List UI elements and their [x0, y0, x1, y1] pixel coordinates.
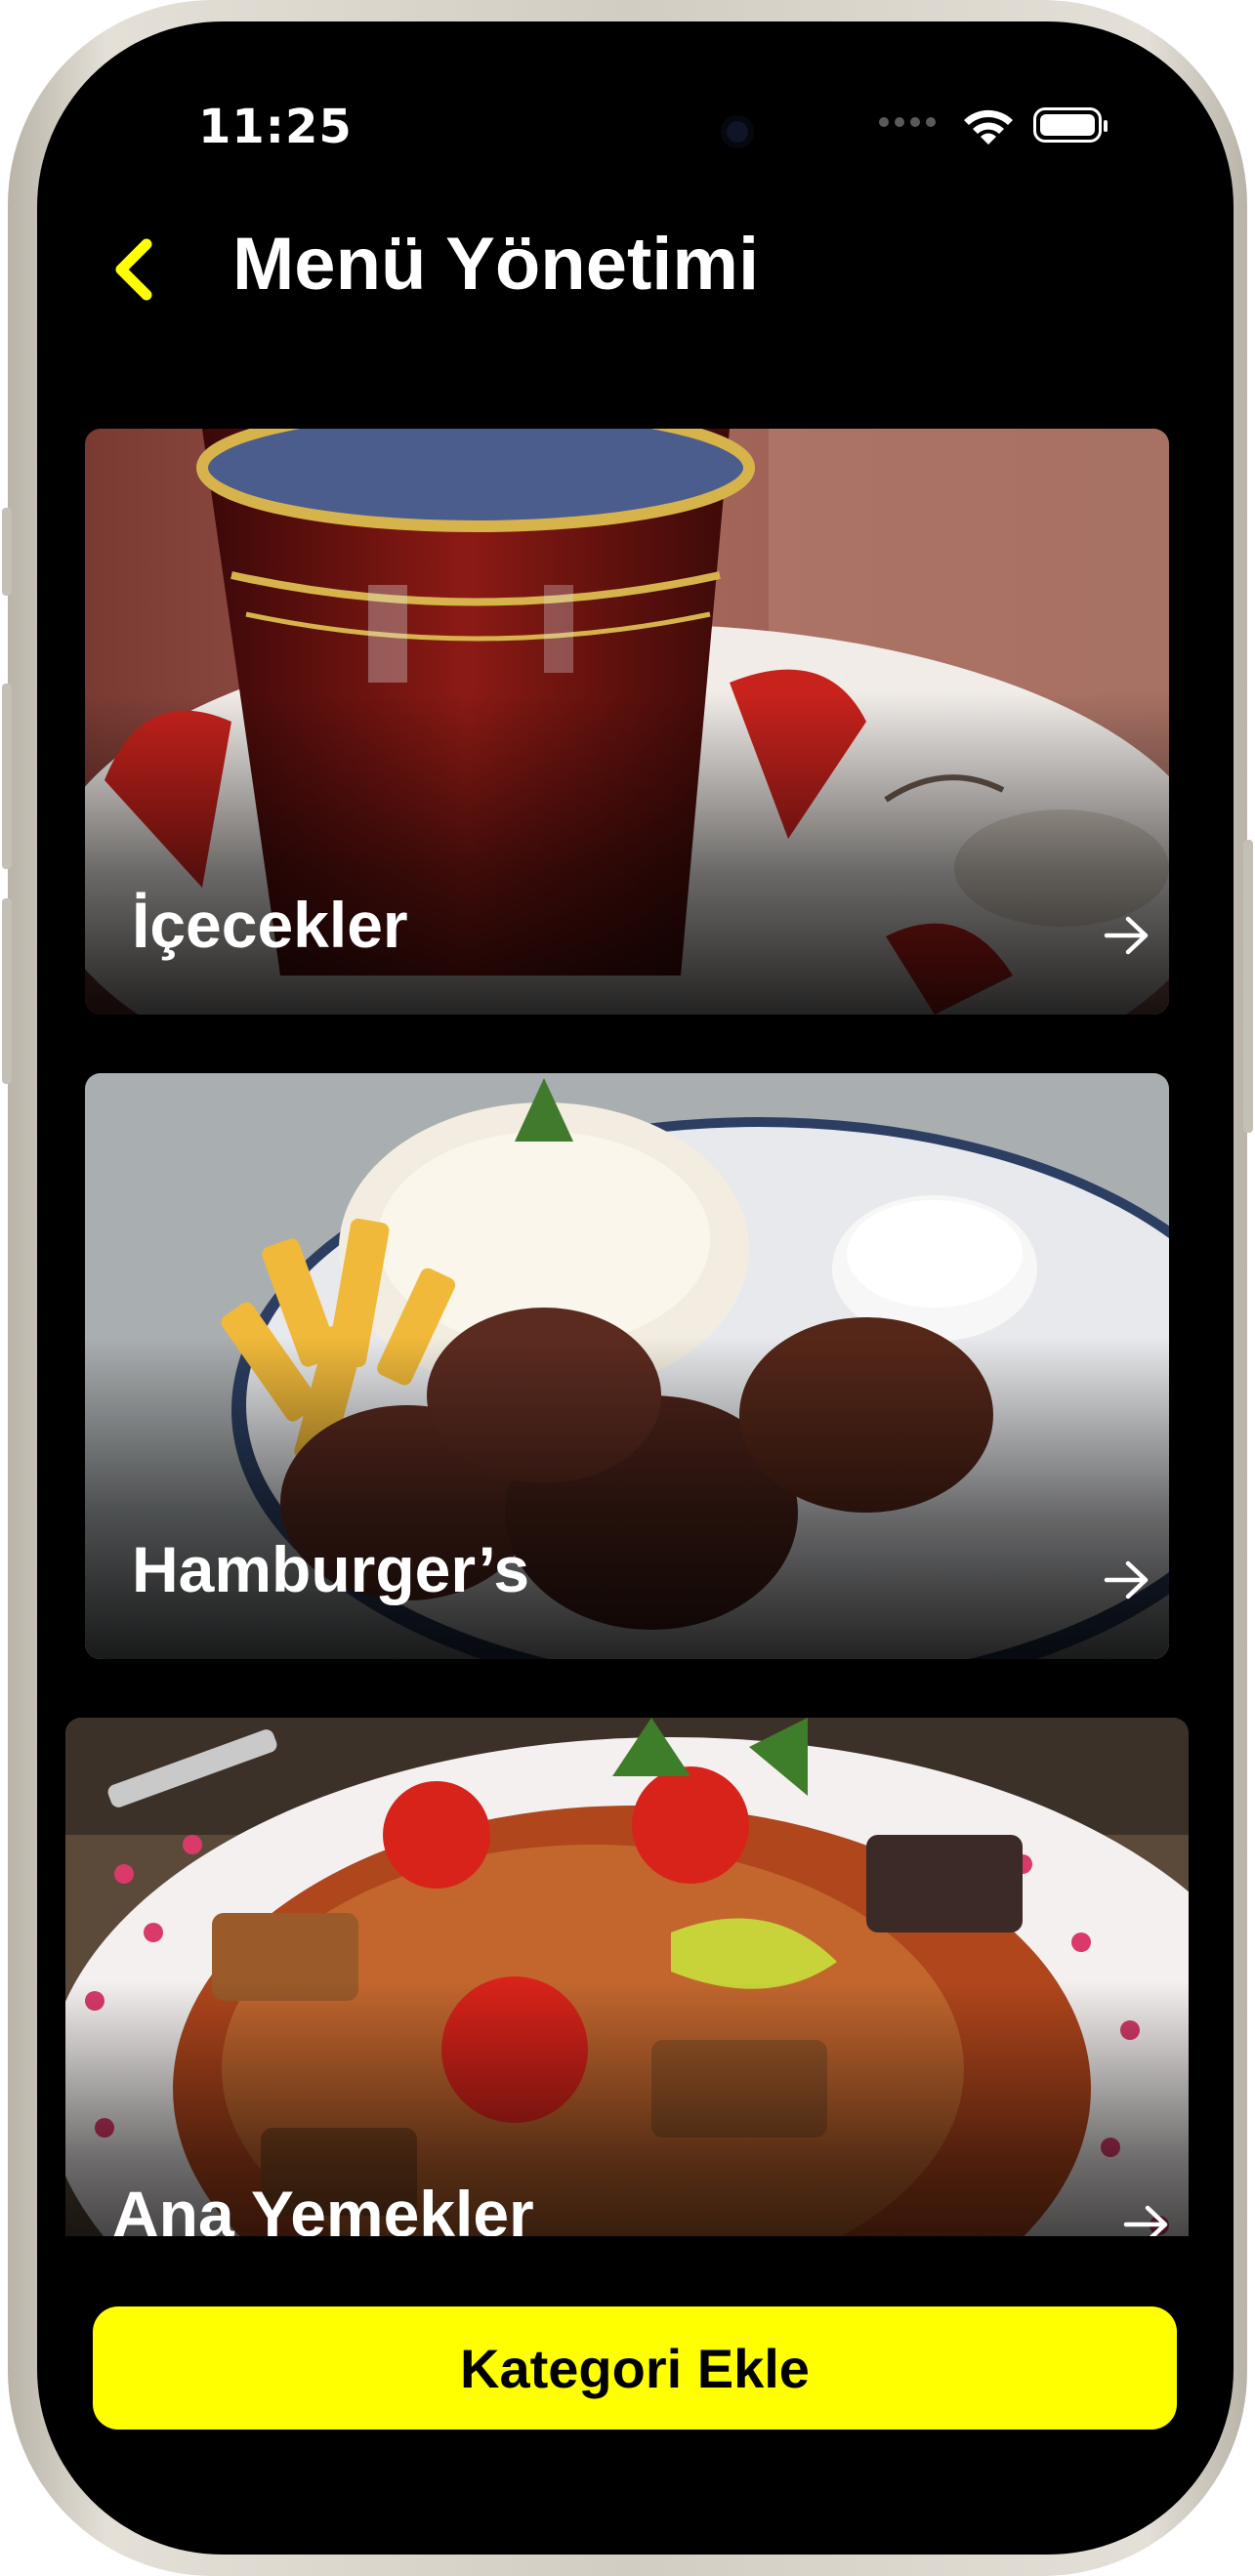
card-shade: [85, 692, 1169, 1015]
power-button: [1243, 840, 1253, 1133]
arrow-right-icon: [1104, 916, 1149, 955]
category-card-icecekler[interactable]: İçecekler: [85, 429, 1169, 1015]
card-shade: [85, 1337, 1169, 1659]
screen: 11:25 Menü Yönetimi İçecekler Hamburger’…: [37, 21, 1234, 2555]
arrow-right-icon: [1104, 1560, 1149, 1600]
category-list: İçecekler Hamburger’s Ana Yemekler: [37, 21, 1234, 2236]
phone-frame: 11:25 Menü Yönetimi İçecekler Hamburger’…: [2, 0, 1253, 2576]
volume-down-button: [2, 898, 12, 1084]
arrow-right-icon: [1123, 2205, 1168, 2236]
category-card-ana-yemekler[interactable]: Ana Yemekler: [65, 1718, 1189, 2236]
category-label: Hamburger’s: [132, 1533, 530, 1605]
add-category-button[interactable]: Kategori Ekle: [93, 2306, 1177, 2430]
category-label: İçecekler: [132, 889, 408, 961]
volume-up-button: [2, 684, 12, 869]
category-card-hamburgers[interactable]: Hamburger’s: [85, 1073, 1169, 1659]
category-label: Ana Yemekler: [112, 2178, 534, 2236]
action-button: [2, 508, 12, 596]
